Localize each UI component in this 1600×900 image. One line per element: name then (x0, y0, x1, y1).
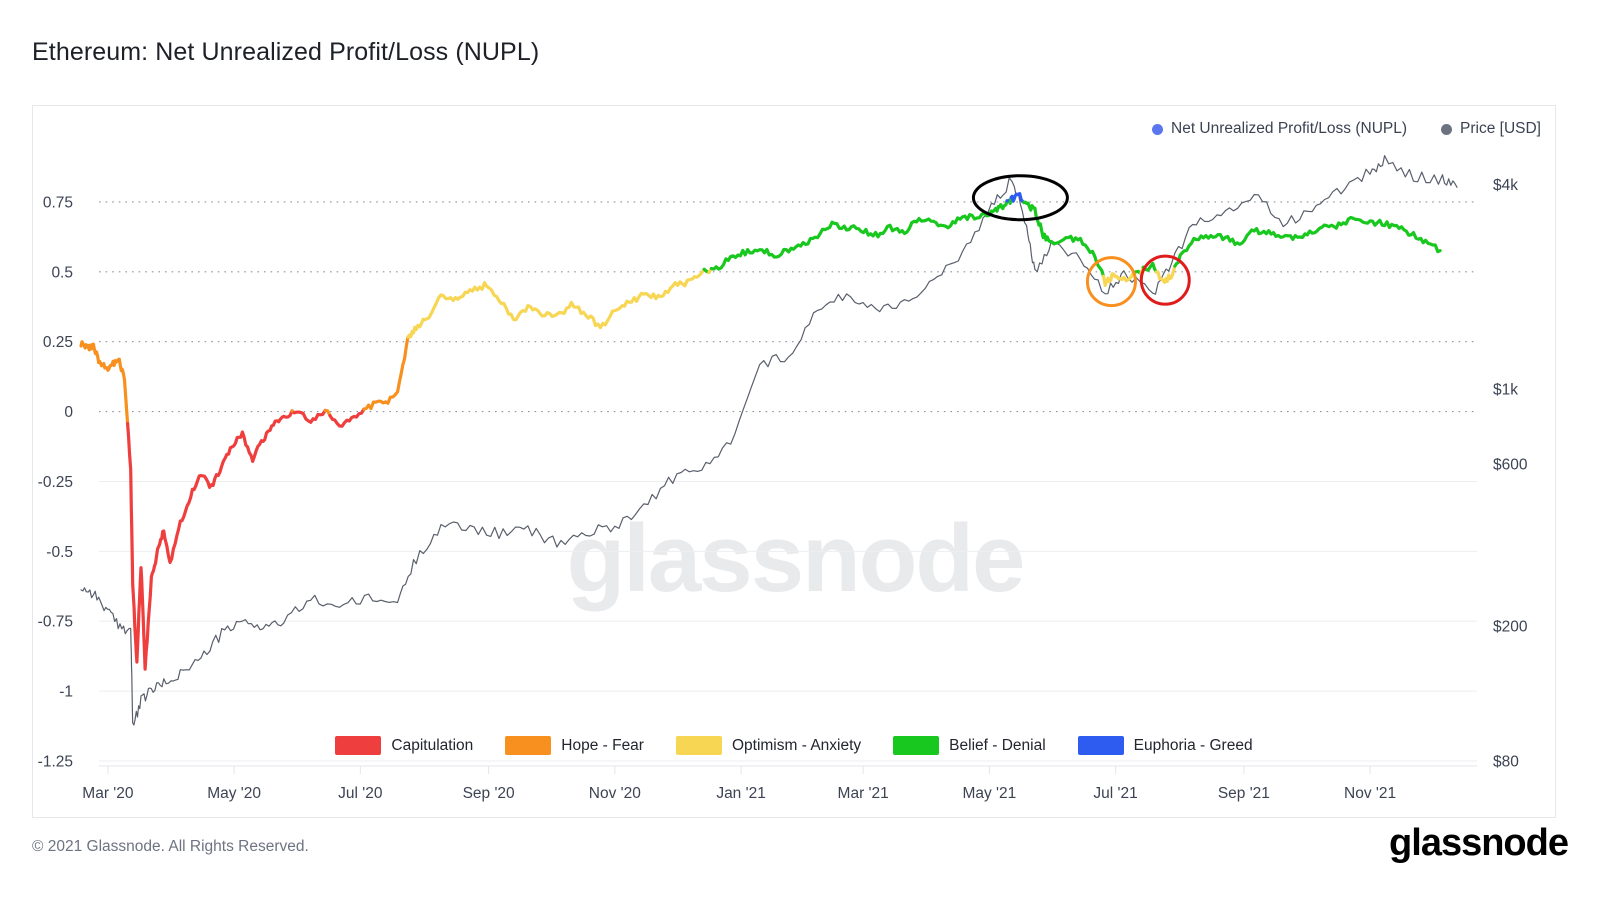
band-swatch-icon (505, 736, 552, 755)
svg-text:-1: -1 (59, 684, 73, 701)
band-swatch-icon (1077, 736, 1124, 755)
svg-text:Jul '21: Jul '21 (1093, 785, 1137, 802)
svg-text:Jan '21: Jan '21 (716, 785, 766, 802)
band-label-belief-denial: Belief - Denial (949, 736, 1046, 754)
band-swatch-icon (893, 736, 940, 755)
nupl-series-line (81, 194, 1442, 671)
svg-text:$600: $600 (1493, 457, 1528, 474)
chart-panel: glassnode Net Unrealized Profit/Loss (NU… (32, 105, 1556, 818)
y-axis-right-ticks: $4k $1k $600 $200 $80 (1493, 177, 1528, 770)
svg-text:$200: $200 (1493, 619, 1528, 636)
band-legend-item-belief-denial[interactable]: Belief - Denial (893, 736, 1046, 755)
plot-area: 0.75 0.5 0.25 0 -0.25 -0.5 -0.75 -1 -1.25 $4k $1k… (33, 106, 1528, 802)
band-legend-item-euphoria-greed[interactable]: Euphoria - Greed (1077, 736, 1253, 755)
band-swatch-icon (675, 736, 722, 755)
svg-text:May '20: May '20 (207, 785, 261, 802)
band-label-capitulation: Capitulation (391, 736, 474, 754)
svg-text:May '21: May '21 (962, 785, 1016, 802)
band-swatch-icon (335, 736, 382, 755)
svg-text:Nov '21: Nov '21 (1344, 785, 1396, 802)
svg-text:0.5: 0.5 (51, 264, 73, 281)
svg-text:Nov '20: Nov '20 (589, 785, 641, 802)
band-label-optimism-anxiety: Optimism - Anxiety (731, 736, 862, 754)
glassnode-logo: glassnode (1389, 822, 1569, 864)
svg-text:Mar '21: Mar '21 (838, 785, 889, 802)
band-label-hope-fear: Hope - Fear (561, 736, 644, 754)
band-legend: Capitulation Hope - Fear Optimism - Anxi… (33, 736, 1555, 755)
svg-text:$80: $80 (1493, 754, 1519, 771)
band-legend-item-optimism-anxiety[interactable]: Optimism - Anxiety (675, 736, 862, 755)
svg-text:-0.5: -0.5 (46, 544, 73, 561)
band-legend-item-capitulation[interactable]: Capitulation (335, 736, 473, 755)
svg-text:Sep '20: Sep '20 (463, 785, 515, 802)
x-axis-ticks: Mar '20 May '20 Jul '20 Sep '20 Nov '20 Jan '… (82, 785, 1396, 802)
page-title: Ethereum: Net Unrealized Profit/Loss (NU… (32, 38, 540, 66)
svg-text:-0.75: -0.75 (38, 614, 73, 631)
svg-text:-1.25: -1.25 (38, 754, 73, 771)
svg-text:$4k: $4k (1493, 177, 1518, 194)
svg-text:Jul '20: Jul '20 (338, 785, 383, 802)
svg-text:$1k: $1k (1493, 381, 1518, 398)
svg-text:0: 0 (64, 404, 73, 421)
svg-text:-0.25: -0.25 (38, 474, 73, 491)
svg-text:0.75: 0.75 (43, 194, 73, 211)
band-legend-item-hope-fear[interactable]: Hope - Fear (505, 736, 644, 755)
svg-text:0.25: 0.25 (43, 334, 73, 351)
svg-text:Mar '20: Mar '20 (82, 785, 134, 802)
footer-copyright: © 2021 Glassnode. All Rights Reserved. (32, 838, 309, 855)
y-axis-left-ticks: 0.75 0.5 0.25 0 -0.25 -0.5 -0.75 -1 -1.25 (38, 194, 74, 770)
svg-text:Sep '21: Sep '21 (1218, 785, 1270, 802)
price-series-line (80, 155, 1458, 726)
band-label-euphoria-greed: Euphoria - Greed (1133, 736, 1253, 754)
gridlines (99, 201, 1477, 774)
